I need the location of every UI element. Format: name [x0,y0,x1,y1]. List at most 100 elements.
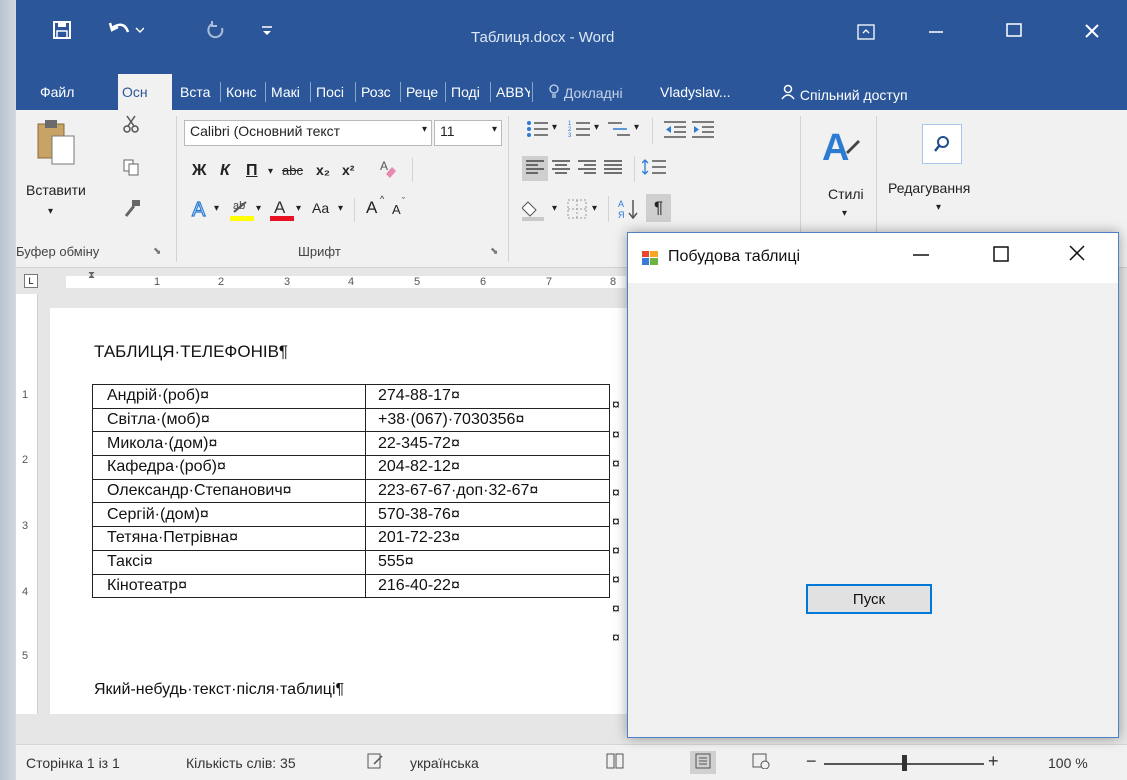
font-size-dropdown[interactable]: 11 ▾ [434,120,502,146]
undo-icon[interactable] [108,20,145,46]
table-cell[interactable]: Андрій·(роб)¤ [92,384,366,409]
dialog-close-icon[interactable] [1062,243,1092,269]
align-right-icon[interactable] [578,159,596,178]
align-center-icon[interactable] [552,159,570,178]
customize-quick-access-icon[interactable] [260,24,274,43]
multilevel-dropdown-icon[interactable]: ▾ [634,122,639,133]
borders-icon[interactable] [566,198,588,223]
maximize-icon[interactable] [994,22,1034,43]
zoom-level[interactable]: 100 % [1048,755,1088,771]
table-cell[interactable]: 570-38-76¤ [365,502,610,528]
table-cell[interactable]: Таксі¤ [92,549,366,575]
change-case-dropdown-icon[interactable]: ▾ [338,203,343,214]
change-case-button[interactable]: Aa [312,200,329,216]
editing-dropdown-icon[interactable]: ▾ [936,202,941,213]
cut-icon[interactable] [122,114,140,137]
bullets-dropdown-icon[interactable]: ▾ [552,122,557,133]
language-indicator[interactable]: українська [410,755,479,771]
highlight-dropdown-icon[interactable]: ▾ [256,203,261,214]
shading-dropdown-icon[interactable]: ▾ [552,203,557,214]
increase-indent-icon[interactable] [692,120,714,141]
multilevel-list-icon[interactable] [608,120,630,141]
paste-icon[interactable] [34,118,78,169]
page-count[interactable]: Сторінка 1 із 1 [26,755,120,771]
table-cell[interactable]: 22-345-72¤ [365,431,610,457]
font-launcher-icon[interactable]: ⬊ [490,246,498,257]
underline-button[interactable]: П [246,162,258,180]
document-heading[interactable]: ТАБЛИЦЯ·ТЕЛЕФОНІВ¶ [94,342,288,362]
redo-icon[interactable] [206,20,226,46]
subscript-button[interactable]: x₂ [316,162,330,178]
format-painter-icon[interactable] [122,198,142,221]
font-color-dropdown-icon[interactable]: ▾ [296,203,301,214]
table-cell[interactable]: Микола·(дом)¤ [92,431,366,457]
word-count[interactable]: Кількість слів: 35 [186,755,296,771]
web-layout-icon[interactable] [752,753,770,772]
tab-design[interactable]: Конс [222,82,262,102]
font-color-icon[interactable]: A [270,196,294,225]
paste-label[interactable]: Вставити [26,182,86,198]
indent-marker-icon[interactable]: ⧗ [88,270,95,281]
table-cell[interactable]: Сергій·(дом)¤ [92,502,366,528]
styles-icon[interactable]: A [820,124,860,173]
tab-references[interactable]: Посі [312,82,352,102]
bold-button[interactable]: Ж [192,162,206,180]
numbering-icon[interactable]: 123 [568,120,590,141]
table-cell[interactable]: +38·(067)·7030356¤ [365,407,610,433]
shading-icon[interactable] [521,198,548,225]
table-cell[interactable]: 274-88-17¤ [365,384,610,409]
table-row[interactable]: Сергій·(дом)¤ 570-38-76¤ [92,502,610,528]
tab-layout[interactable]: Макі [267,82,307,102]
print-layout-icon[interactable] [690,751,716,774]
sort-icon[interactable]: АЯ [618,198,640,223]
tab-home[interactable]: Осн [118,74,172,110]
table-row[interactable]: Олександр·Степанович¤ 223-67-67·доп·32-67… [92,478,610,504]
grow-font-button[interactable]: A [366,198,377,218]
table-cell[interactable]: 555¤ [365,549,610,575]
superscript-button[interactable]: x² [342,162,354,178]
table-cell[interactable]: 216-40-22¤ [365,573,610,599]
table-row[interactable]: Кафедра·(роб)¤ 204-82-12¤ [92,455,610,480]
tab-selector-icon[interactable]: L [24,274,38,288]
tab-insert[interactable]: Вста [176,82,216,102]
share-button[interactable]: Спільний доступ [776,82,912,105]
minimize-icon[interactable] [916,22,956,43]
phone-table[interactable]: Андрій·(роб)¤ 274-88-17¤ Світла·(моб)¤ +38… [92,384,610,599]
table-cell[interactable]: Кінотеатр¤ [92,573,366,599]
table-cell[interactable]: Олександр·Степанович¤ [92,478,366,504]
user-account[interactable]: Vladyslav... [656,82,735,102]
tab-abbyy[interactable]: ABBY [492,82,530,102]
italic-button[interactable]: К [220,162,230,180]
table-cell[interactable]: 204-82-12¤ [365,455,610,480]
styles-dropdown-icon[interactable]: ▾ [842,208,847,219]
table-row[interactable]: Кінотеатр¤ 216-40-22¤ [92,573,610,599]
paragraph-after-table[interactable]: Який-небудь·текст·після·таблиці¶ [94,681,344,699]
tab-view[interactable]: Поді [447,82,487,102]
table-row[interactable]: Андрій·(роб)¤ 274-88-17¤ [92,384,610,409]
tab-file[interactable]: Файл [36,82,78,102]
decrease-indent-icon[interactable] [664,120,686,141]
table-cell[interactable]: Світла·(моб)¤ [92,407,366,433]
table-cell[interactable]: Кафедра·(роб)¤ [92,455,366,480]
zoom-out-button[interactable]: − [806,751,817,772]
save-icon[interactable] [52,20,72,46]
text-effects-dropdown-icon[interactable]: ▾ [214,203,219,214]
table-row[interactable]: Тетяна·Петрівна¤ 201-72-23¤ [92,526,610,551]
show-formatting-marks-button[interactable]: ¶ [646,194,672,222]
find-icon[interactable] [922,124,962,164]
table-cell[interactable]: 223-67-67·доп·32-67¤ [365,478,610,504]
vertical-ruler[interactable]: 1 2 3 4 5 [16,294,38,714]
copy-icon[interactable] [122,158,140,179]
clear-formatting-icon[interactable]: A [378,158,398,183]
proofing-icon[interactable] [366,752,384,773]
start-button[interactable]: Пуск [806,584,932,614]
editing-label[interactable]: Редагування [888,180,970,196]
highlight-icon[interactable]: ab [230,196,254,225]
zoom-slider-thumb[interactable] [902,755,907,771]
dialog-maximize-icon[interactable] [986,243,1016,269]
table-row[interactable]: Світла·(моб)¤ +38·(067)·7030356¤ [92,407,610,433]
table-cell[interactable]: 201-72-23¤ [365,526,610,551]
bullets-icon[interactable] [526,120,548,141]
ribbon-display-options-icon[interactable] [846,24,886,45]
zoom-in-button[interactable]: + [988,751,999,772]
